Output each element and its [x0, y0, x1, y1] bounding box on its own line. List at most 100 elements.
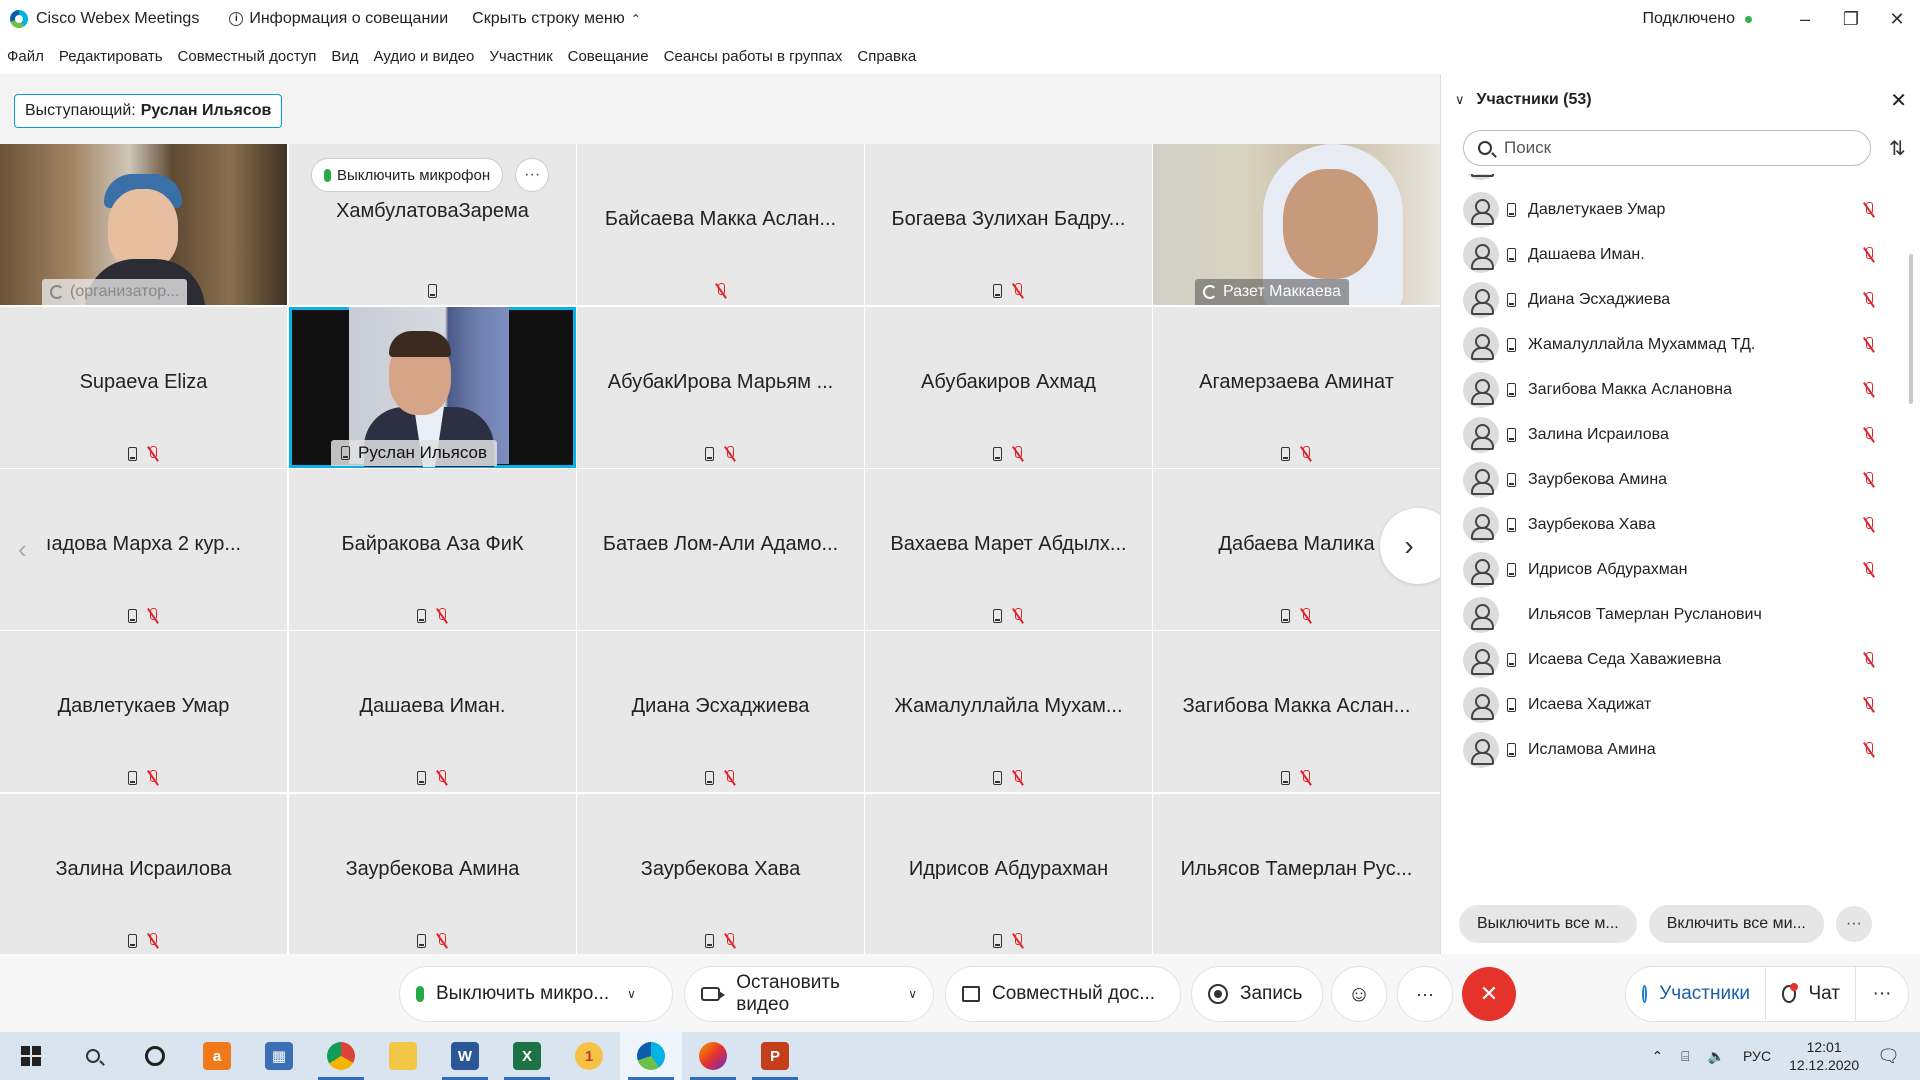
network-icon[interactable]: ⌸: [1681, 1048, 1689, 1065]
chevron-up-icon[interactable]: ⌃: [1651, 1048, 1663, 1065]
panel-scrollbar[interactable]: [1909, 254, 1913, 404]
taskbar-app-calculator[interactable]: ▦: [248, 1032, 310, 1080]
menu-item-breakout[interactable]: Сеансы работы в группах: [664, 48, 843, 65]
previous-page-icon[interactable]: ‹: [18, 534, 27, 565]
participant-list[interactable]: Давлетукаев Умар Дашаева Иман. Диана Эсхад…: [1441, 174, 1901, 894]
webex-icon: [637, 1042, 665, 1070]
menu-item-audio-video[interactable]: Аудио и видео: [374, 48, 475, 65]
chevron-down-icon[interactable]: ∨: [908, 987, 917, 1001]
participant-tile[interactable]: Дашаева Иман.: [289, 631, 576, 792]
muted-mic-icon[interactable]: [1863, 336, 1875, 353]
tile-status: [1153, 446, 1440, 462]
menu-item-participant[interactable]: Участник: [489, 48, 552, 65]
restore-button[interactable]: ❐: [1828, 9, 1874, 30]
taskbar-app-powerpoint[interactable]: P: [744, 1032, 806, 1080]
muted-mic-icon[interactable]: [1863, 291, 1875, 308]
muted-mic-icon[interactable]: [1863, 516, 1875, 533]
notifications-icon[interactable]: 🗨: [1877, 1046, 1900, 1067]
stop-video-button[interactable]: Остановить видео ∨: [685, 967, 933, 1021]
participant-row[interactable]: Исламова Амина: [1463, 722, 1883, 777]
participant-tile[interactable]: Батаев Лом-Али Адамо...: [577, 469, 864, 630]
participant-tile[interactable]: АбубакИрова Марьям ...: [577, 307, 864, 468]
participant-tile[interactable]: Руслан Ильясов: [289, 307, 576, 468]
participant-tile[interactable]: Разет Маккаева: [1153, 144, 1440, 305]
taskbar-app-1c[interactable]: 1: [558, 1032, 620, 1080]
panel-more-options-button[interactable]: ···: [1856, 967, 1908, 1021]
participants-panel: ∨ Участники (53) ✕ Поиск ⇅ Давлетукаев У…: [1440, 74, 1920, 954]
participant-tile[interactable]: Байракова Аза ФиК: [289, 469, 576, 630]
participant-tile[interactable]: Загибова Макка Аслан...: [1153, 631, 1440, 792]
muted-mic-icon[interactable]: [1863, 381, 1875, 398]
muted-mic-icon[interactable]: [1863, 426, 1875, 443]
clock[interactable]: 12:01 12.12.2020: [1789, 1038, 1859, 1074]
taskbar-app-explorer[interactable]: [372, 1032, 434, 1080]
participants-button[interactable]: Участники: [1626, 967, 1766, 1021]
participant-tile[interactable]: Богаева Зулихан Бадру...: [865, 144, 1152, 305]
meeting-info-button[interactable]: i Информация о совещании: [229, 10, 448, 28]
participant-tile[interactable]: Давлетукаев Умар: [0, 631, 287, 792]
muted-mic-icon[interactable]: [1863, 561, 1875, 578]
muted-mic-icon[interactable]: [1863, 201, 1875, 218]
menu-item-share[interactable]: Совместный доступ: [178, 48, 317, 65]
volume-icon[interactable]: 🔈: [1708, 1048, 1725, 1065]
taskbar-app-excel[interactable]: X: [496, 1032, 558, 1080]
menu-item-help[interactable]: Справка: [857, 48, 916, 65]
minimize-button[interactable]: –: [1782, 9, 1828, 30]
participant-tile[interactable]: Supaeva Eliza: [0, 307, 287, 468]
start-button[interactable]: [0, 1032, 62, 1080]
muted-mic-icon[interactable]: [1863, 741, 1875, 758]
more-options-button[interactable]: ···: [1398, 967, 1452, 1021]
phone-icon: [417, 771, 426, 785]
taskbar-app-word[interactable]: W: [434, 1032, 496, 1080]
participant-tile[interactable]: (организатор...: [0, 144, 287, 305]
mute-participant-button[interactable]: Выключить микрофон: [311, 158, 504, 192]
chat-button[interactable]: Чат: [1766, 967, 1856, 1021]
taskbar-search-button[interactable]: [62, 1032, 124, 1080]
panel-more-button[interactable]: ···: [1835, 906, 1872, 942]
participant-tile[interactable]: Байсаева Макка Аслан...: [577, 144, 864, 305]
chevron-down-icon[interactable]: ∨: [627, 987, 636, 1001]
participant-tile[interactable]: Вахаева Марет Абдылх...: [865, 469, 1152, 630]
participant-tile[interactable]: Абубакиров Ахмад: [865, 307, 1152, 468]
muted-mic-icon[interactable]: [1863, 246, 1875, 263]
participant-tile[interactable]: Агамерзаева Аминат: [1153, 307, 1440, 468]
participant-tile[interactable]: Диана Эсхаджиева: [577, 631, 864, 792]
end-meeting-button[interactable]: ✕: [1462, 967, 1516, 1021]
chevron-down-icon[interactable]: ∨: [1455, 92, 1465, 108]
record-button[interactable]: Запись: [1192, 967, 1322, 1021]
participant-tile[interactable]: Заурбекова Амина: [289, 794, 576, 955]
participant-tile[interactable]: Залина Исраилова: [0, 794, 287, 955]
reactions-button[interactable]: ☺: [1332, 967, 1386, 1021]
hide-menu-button[interactable]: Скрыть строку меню ⌃: [472, 10, 641, 28]
avatar-icon: [1463, 551, 1499, 588]
taskbar-app-avast[interactable]: a: [186, 1032, 248, 1080]
participant-tile[interactable]: ıадова Марха 2 кур...: [0, 469, 287, 630]
sort-icon[interactable]: ⇅: [1889, 136, 1906, 161]
close-window-button[interactable]: ✕: [1874, 9, 1920, 30]
tile-more-button[interactable]: ···: [515, 158, 550, 192]
phone-icon: [128, 934, 137, 948]
participant-tile[interactable]: Жамалуллайла Мухам...: [865, 631, 1152, 792]
menu-item-view[interactable]: Вид: [331, 48, 358, 65]
participant-tile[interactable]: Идрисов Абдурахман: [865, 794, 1152, 955]
mute-button[interactable]: Выключить микро... ∨: [400, 967, 672, 1021]
muted-mic-icon[interactable]: [1863, 696, 1875, 713]
participant-tile[interactable]: ХамбулатоваЗарема Выключить микрофон ···: [289, 144, 576, 305]
share-button[interactable]: Совместный дос...: [946, 967, 1180, 1021]
muted-mic-icon[interactable]: [1863, 651, 1875, 668]
close-panel-icon[interactable]: ✕: [1890, 88, 1907, 113]
participant-search-input[interactable]: Поиск: [1463, 130, 1871, 166]
taskbar-app-chrome[interactable]: [310, 1032, 372, 1080]
task-view-button[interactable]: [124, 1032, 186, 1080]
taskbar-app-firefox[interactable]: [682, 1032, 744, 1080]
mute-all-button[interactable]: Выключить все м...: [1459, 905, 1637, 943]
muted-mic-icon[interactable]: [1863, 471, 1875, 488]
menu-item-meeting[interactable]: Совещание: [568, 48, 649, 65]
unmute-all-button[interactable]: Включить все ми...: [1648, 905, 1824, 943]
participant-tile[interactable]: Заурбекова Хава: [577, 794, 864, 955]
taskbar-app-webex[interactable]: [620, 1032, 682, 1080]
participant-tile[interactable]: Ильясов Тамерлан Рус...: [1153, 794, 1440, 955]
menu-item-edit[interactable]: Редактировать: [59, 48, 163, 65]
menu-item-file[interactable]: Файл: [7, 48, 44, 65]
input-language[interactable]: РУС: [1743, 1048, 1771, 1064]
